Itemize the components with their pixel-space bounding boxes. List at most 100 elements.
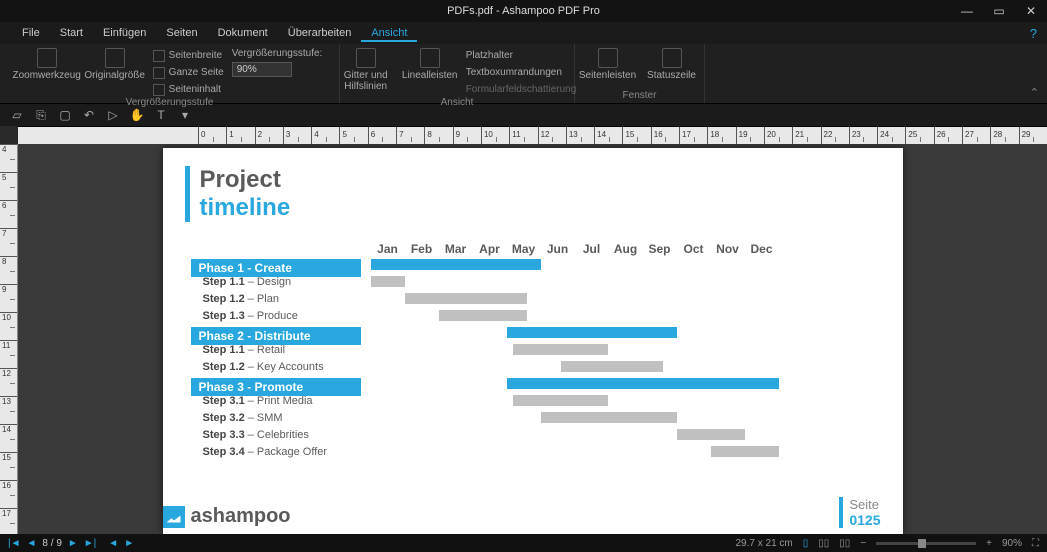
pagewidth-icon [153,50,165,62]
zoom-tool-button[interactable]: Zoomwerkzeug [17,48,77,81]
qb-pointer-icon[interactable]: ▷ [106,108,120,122]
status-dimensions: 29.7 x 21 cm [735,538,792,549]
qb-new-icon[interactable]: ▱ [10,108,24,122]
fullscreen-icon[interactable]: ⛶ [1032,538,1039,549]
qb-open-icon[interactable]: ⎘ [34,108,48,122]
zoom-in-icon[interactable]: + [986,538,992,549]
nav-forward-icon[interactable]: ► [124,538,134,549]
ruler-icon [420,48,440,68]
nav-last-icon[interactable]: ►| [84,538,97,549]
menu-file[interactable]: File [12,24,50,42]
ashampoo-logo-icon [163,506,185,528]
collapse-ribbon-icon[interactable]: ⌃ [1030,86,1039,99]
rulers-button[interactable]: Linealleisten [402,48,458,81]
month-Aug: Aug [609,242,643,256]
gantt-chart: JanFebMarAprMayJunJulAugSepOctNovDec Pha… [191,242,875,460]
ribbon-group-mag-label: Vergrößerungsstufe [126,97,214,110]
qb-hand-icon[interactable]: ✋ [130,108,144,122]
qb-undo-icon[interactable]: ↶ [82,108,96,122]
zoom-slider[interactable] [876,542,976,545]
footer-logo-text: ashampoo [191,505,291,528]
minimize-button[interactable]: — [951,0,983,22]
month-Sep: Sep [643,242,677,256]
page-content-button[interactable]: Seiteninhalt [153,82,224,97]
nav-prev-icon[interactable]: ◄ [27,538,37,549]
view-mode-single-icon[interactable]: ▯ [803,538,809,549]
phase-header: Phase 3 - Promote [191,378,361,396]
month-Jul: Jul [575,242,609,256]
textbox-borders-toggle[interactable]: Textboxumrandungen [466,65,577,80]
step-label: Step 3.3 – Celebrities [191,429,371,441]
month-Feb: Feb [405,242,439,256]
workspace: 456789101112131415161718 Project timelin… [0,144,1047,534]
menu-bar: FileStartEinfügenSeitenDokumentÜberarbei… [0,22,1047,44]
month-Jun: Jun [541,242,575,256]
zoom-tool-label: Zoomwerkzeug [13,70,81,81]
menu-überarbeiten[interactable]: Überarbeiten [278,24,362,42]
ribbon-group-window-label: Fenster [623,90,657,103]
menu-seiten[interactable]: Seiten [156,24,207,42]
month-Nov: Nov [711,242,745,256]
pagecontent-icon [153,84,165,96]
step-bar [541,412,677,423]
menu-ansicht[interactable]: Ansicht [361,24,417,42]
step-bar [371,276,405,287]
placeholders-toggle[interactable]: Platzhalter [466,48,577,63]
magnifier-icon [37,48,57,68]
status-bar: |◄ ◄ 8 / 9 ► ►| ◄ ► 29.7 x 21 cm ▯ ▯▯ ▯▯… [0,534,1047,552]
formfield-shading-toggle[interactable]: Formularfeldschattierung [466,82,577,97]
pdf-page: Project timeline JanFebMarAprMayJunJulAu… [163,148,903,534]
grid-guides-button[interactable]: Gitter und Hilfslinien [338,48,394,92]
step-bar [677,429,745,440]
step-bar [513,395,608,406]
qb-dropdown-icon[interactable]: ▾ [178,108,192,122]
nav-first-icon[interactable]: |◄ [8,538,21,549]
help-icon[interactable]: ? [1030,26,1037,41]
ribbon: Zoomwerkzeug Originalgröße Seitenbreite … [0,44,1047,104]
vertical-ruler: 456789101112131415161718 [0,144,18,534]
qb-save-icon[interactable]: ▢ [58,108,72,122]
step-label: Step 3.1 – Print Media [191,395,371,407]
zoom-out-icon[interactable]: − [860,538,866,549]
sidebars-button[interactable]: Seitenleisten [580,48,636,81]
zoom-level-label: Vergrößerungsstufe: [232,48,323,59]
qb-text-icon[interactable]: T [154,108,168,122]
doc-title-line1: Project [200,166,875,194]
original-size-button[interactable]: Originalgröße [85,48,145,81]
statusbar-icon [662,48,682,68]
maximize-button[interactable]: ▭ [983,0,1015,22]
menu-dokument[interactable]: Dokument [208,24,278,42]
page-width-button[interactable]: Seitenbreite [153,48,224,63]
footer-page-number: Seite 0125 [839,497,880,528]
step-label: Step 1.1 – Design [191,276,371,288]
statusbar-button[interactable]: Statuszeile [644,48,700,81]
menu-einfügen[interactable]: Einfügen [93,24,156,42]
grid-icon [356,48,376,68]
step-bar [711,446,779,457]
phase-bar [507,378,779,389]
step-label: Step 1.2 – Plan [191,293,371,305]
originalsize-icon [105,48,125,68]
step-label: Step 3.4 – Package Offer [191,446,371,458]
month-Oct: Oct [677,242,711,256]
doc-title: Project timeline [185,166,875,222]
close-button[interactable]: ✕ [1015,0,1047,22]
whole-page-button[interactable]: Ganze Seite [153,65,224,80]
footer-logo: ashampoo [163,505,291,528]
month-May: May [507,242,541,256]
month-Dec: Dec [745,242,779,256]
view-mode-facing-icon[interactable]: ▯▯ [839,538,850,549]
nav-back-icon[interactable]: ◄ [108,538,118,549]
step-label: Step 1.1 – Retail [191,344,371,356]
month-Mar: Mar [439,242,473,256]
ribbon-group-view-label: Ansicht [441,97,474,110]
menu-start[interactable]: Start [50,24,93,42]
nav-next-icon[interactable]: ► [68,538,78,549]
page-area[interactable]: Project timeline JanFebMarAprMayJunJulAu… [18,144,1047,534]
step-bar [561,361,663,372]
phase-header: Phase 1 - Create [191,259,361,277]
view-mode-cont-icon[interactable]: ▯▯ [818,538,829,549]
doc-title-line2: timeline [200,194,875,222]
zoom-level-select[interactable] [232,62,292,77]
step-label: Step 1.2 – Key Accounts [191,361,371,373]
